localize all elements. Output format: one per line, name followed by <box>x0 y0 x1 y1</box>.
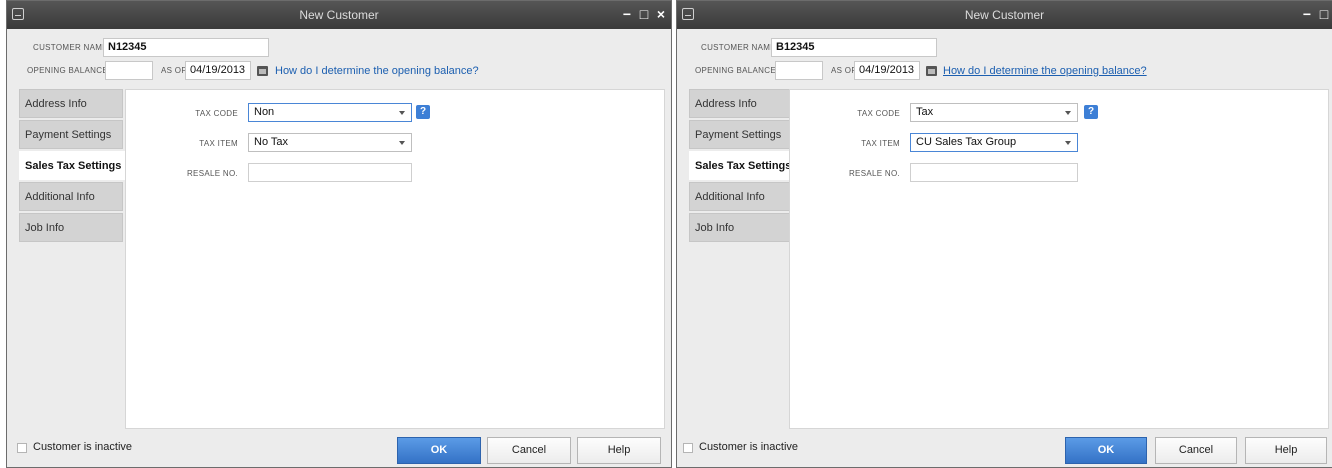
tab-label: Job Info <box>695 222 735 234</box>
title-bar[interactable]: New Customer − □ × <box>7 1 671 29</box>
help-button[interactable]: Help <box>1245 437 1327 464</box>
opening-balance-label: OPENING BALANCE <box>695 66 776 75</box>
tax-item-dropdown[interactable]: No Tax <box>248 133 412 152</box>
customer-inactive-checkbox[interactable] <box>683 443 693 453</box>
opening-balance-help-link[interactable]: How do I determine the opening balance? <box>943 65 1147 77</box>
window-title: New Customer <box>299 8 379 22</box>
help-icon[interactable]: ? <box>1084 105 1098 119</box>
customer-name-label: CUSTOMER NAME <box>701 43 776 52</box>
new-customer-window-right: New Customer − □ CUSTOMER NAME B12345 OP… <box>676 0 1332 468</box>
opening-balance-field[interactable] <box>105 61 153 80</box>
tax-item-dropdown[interactable]: CU Sales Tax Group <box>910 133 1078 152</box>
tab-list: Address Info Payment Settings Sales Tax … <box>19 89 125 244</box>
tab-additional-info[interactable]: Additional Info <box>19 182 123 211</box>
tab-label: Additional Info <box>25 191 95 203</box>
customer-inactive-label: Customer is inactive <box>33 441 133 453</box>
maximize-icon[interactable]: □ <box>638 5 650 23</box>
ok-button[interactable]: OK <box>397 437 481 464</box>
calendar-icon[interactable] <box>257 66 268 76</box>
tax-code-label: TAX CODE <box>195 109 238 118</box>
help-button[interactable]: Help <box>577 437 661 464</box>
tab-job-info[interactable]: Job Info <box>689 213 793 242</box>
tab-payment-settings[interactable]: Payment Settings <box>689 120 793 149</box>
tax-code-label: TAX CODE <box>857 109 900 118</box>
resale-no-label: RESALE NO. <box>186 169 238 178</box>
tab-address-info[interactable]: Address Info <box>689 89 793 118</box>
tab-sales-tax-settings[interactable]: Sales Tax Settings <box>689 151 795 180</box>
title-bar[interactable]: New Customer − □ <box>677 1 1332 29</box>
close-icon[interactable]: × <box>655 5 667 23</box>
tab-payment-settings[interactable]: Payment Settings <box>19 120 123 149</box>
opening-balance-label: OPENING BALANCE <box>27 66 108 75</box>
customer-inactive-label: Customer is inactive <box>699 441 799 453</box>
as-of-date-field[interactable]: 04/19/2013 <box>185 61 251 80</box>
tax-item-value: CU Sales Tax Group <box>916 136 1017 148</box>
cancel-button[interactable]: Cancel <box>1155 437 1237 464</box>
help-icon[interactable]: ? <box>416 105 430 119</box>
tab-label: Sales Tax Settings <box>25 160 122 172</box>
cancel-button[interactable]: Cancel <box>487 437 571 464</box>
tab-label: Additional Info <box>695 191 765 203</box>
tax-code-value: Tax <box>916 106 934 118</box>
window-controls: − □ × <box>621 5 667 23</box>
tax-item-label: TAX ITEM <box>861 139 900 148</box>
new-customer-window-left: New Customer − □ × CUSTOMER NAME N12345 … <box>6 0 672 468</box>
tab-label: Address Info <box>25 98 87 110</box>
tax-item-value: No Tax <box>254 136 289 148</box>
as-of-label: AS OF <box>161 66 187 75</box>
tab-sales-tax-settings[interactable]: Sales Tax Settings <box>19 151 125 180</box>
opening-balance-field[interactable] <box>775 61 823 80</box>
customer-header: CUSTOMER NAME N12345 OPENING BALANCE AS … <box>7 29 671 87</box>
tab-label: Job Info <box>25 222 65 234</box>
tab-label: Sales Tax Settings <box>695 160 792 172</box>
tab-address-info[interactable]: Address Info <box>19 89 123 118</box>
chevron-down-icon <box>1065 111 1071 115</box>
tax-code-dropdown[interactable]: Tax <box>910 103 1078 122</box>
chevron-down-icon <box>399 141 405 145</box>
customer-name-field[interactable]: B12345 <box>771 38 937 57</box>
tab-label: Payment Settings <box>25 129 112 141</box>
as-of-label: AS OF <box>831 66 857 75</box>
minimize-icon[interactable]: − <box>1301 5 1313 23</box>
resale-no-field[interactable] <box>248 163 412 182</box>
window-controls: − □ <box>1301 5 1330 23</box>
chevron-down-icon <box>1065 141 1071 145</box>
window-title: New Customer <box>964 8 1045 22</box>
tab-list: Address Info Payment Settings Sales Tax … <box>689 89 795 244</box>
tab-additional-info[interactable]: Additional Info <box>689 182 793 211</box>
resale-no-label: RESALE NO. <box>848 169 900 178</box>
as-of-date-field[interactable]: 04/19/2013 <box>854 61 920 80</box>
tab-label: Address Info <box>695 98 757 110</box>
tab-label: Payment Settings <box>695 129 782 141</box>
customer-inactive-checkbox[interactable] <box>17 443 27 453</box>
maximize-icon[interactable]: □ <box>1318 5 1330 23</box>
customer-name-field[interactable]: N12345 <box>103 38 269 57</box>
resale-no-field[interactable] <box>910 163 1078 182</box>
chevron-down-icon <box>399 111 405 115</box>
minimize-icon[interactable]: − <box>621 5 633 23</box>
customer-name-label: CUSTOMER NAME <box>33 43 108 52</box>
ok-button[interactable]: OK <box>1065 437 1147 464</box>
customer-header: CUSTOMER NAME B12345 OPENING BALANCE AS … <box>677 29 1332 87</box>
tax-code-value: Non <box>254 106 275 118</box>
sales-tax-panel: TAX CODE Non ? TAX ITEM No Tax RESALE NO… <box>125 89 665 429</box>
tax-code-dropdown[interactable]: Non <box>248 103 412 122</box>
sales-tax-panel: TAX CODE Tax ? TAX ITEM CU Sales Tax Gro… <box>789 89 1329 429</box>
tax-item-label: TAX ITEM <box>199 139 238 148</box>
opening-balance-help-link[interactable]: How do I determine the opening balance? <box>275 65 479 77</box>
tab-job-info[interactable]: Job Info <box>19 213 123 242</box>
calendar-icon[interactable] <box>926 66 937 76</box>
